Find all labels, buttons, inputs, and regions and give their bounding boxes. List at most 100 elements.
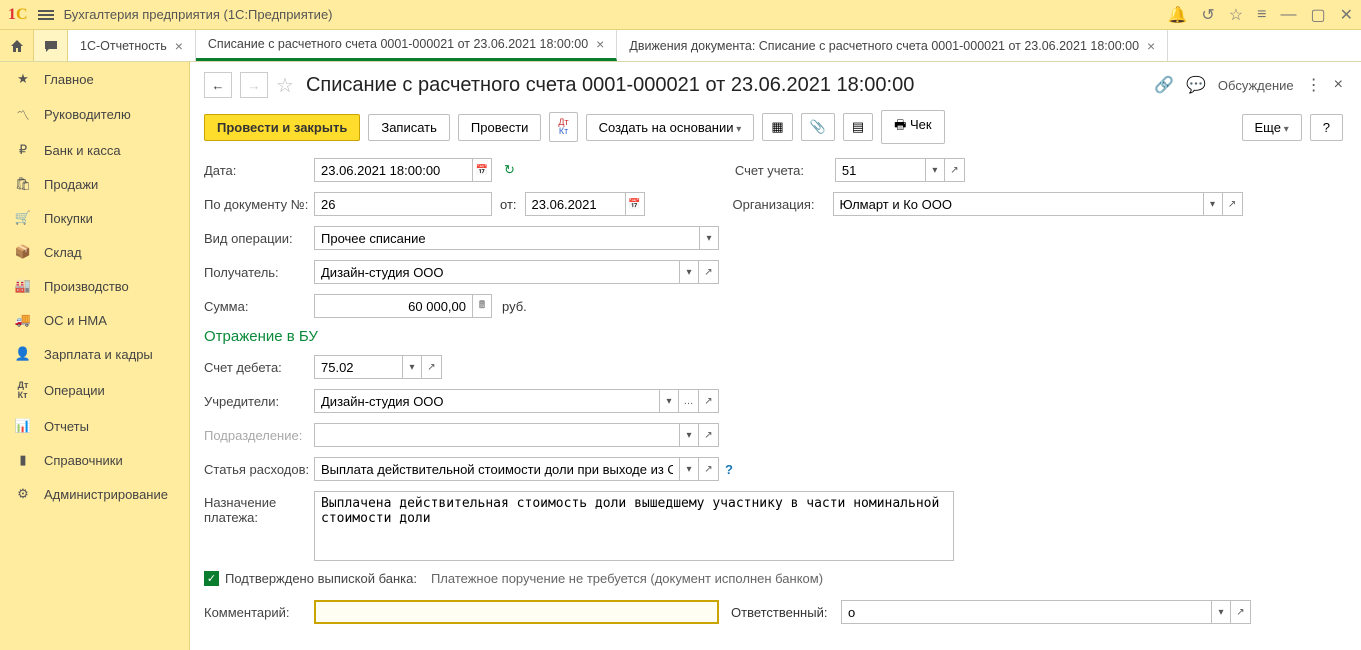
open-icon[interactable]: ↗ xyxy=(945,158,965,182)
link-icon[interactable]: 🔗 xyxy=(1154,75,1174,95)
post-and-close-button[interactable]: Провести и закрыть xyxy=(204,114,360,141)
refresh-icon[interactable]: ↻ xyxy=(504,162,515,178)
docdate-input[interactable] xyxy=(525,192,625,216)
chevron-down-icon[interactable]: ▾ xyxy=(659,389,679,413)
chevron-down-icon[interactable]: ▾ xyxy=(1211,600,1231,624)
record-button[interactable]: Записать xyxy=(368,114,450,141)
open-icon[interactable]: ↗ xyxy=(1231,600,1251,624)
chevron-down-icon[interactable]: ▾ xyxy=(679,260,699,284)
chevron-down-icon[interactable]: ▾ xyxy=(679,423,699,447)
hamburger-icon[interactable] xyxy=(38,8,54,22)
purpose-textarea[interactable] xyxy=(314,491,954,561)
sidebar-item-operations[interactable]: ДтКтОперации xyxy=(0,371,189,409)
org-input[interactable] xyxy=(833,192,1203,216)
open-icon[interactable]: ↗ xyxy=(422,355,442,379)
sidebar-item-main[interactable]: ★Главное xyxy=(0,62,189,96)
favorite-star-icon[interactable]: ☆ xyxy=(276,73,294,98)
optype-input[interactable] xyxy=(314,226,699,250)
chevron-down-icon[interactable]: ▾ xyxy=(402,355,422,379)
sidebar-item-bank[interactable]: ₽Банк и касса xyxy=(0,133,189,167)
amount-field[interactable]: 🖩 xyxy=(314,294,492,318)
chevron-down-icon[interactable]: ▾ xyxy=(925,158,945,182)
help-icon[interactable]: ? xyxy=(725,462,733,477)
calc-icon[interactable]: 🖩 xyxy=(472,294,492,318)
sidebar-item-reports[interactable]: 📊Отчеты xyxy=(0,409,189,443)
discuss-tab[interactable] xyxy=(34,30,68,61)
help-button[interactable]: ? xyxy=(1310,114,1343,141)
tab-reporting[interactable]: 1С-Отчетность × xyxy=(68,30,196,61)
chevron-down-icon[interactable]: ▾ xyxy=(679,457,699,481)
sidebar-item-warehouse[interactable]: 📦Склад xyxy=(0,235,189,269)
nav-forward-button[interactable]: → xyxy=(240,72,268,98)
kebab-icon[interactable]: ⋮ xyxy=(1306,75,1322,95)
minimize-icon[interactable]: — xyxy=(1280,6,1296,24)
ellipsis-icon[interactable]: … xyxy=(679,389,699,413)
optype-field[interactable]: ▾ xyxy=(314,226,719,250)
debit-field[interactable]: ▾ ↗ xyxy=(314,355,442,379)
more-button[interactable]: Еще xyxy=(1242,114,1302,141)
debit-input[interactable] xyxy=(314,355,402,379)
create-based-button[interactable]: Создать на основании xyxy=(586,114,755,141)
attach-button[interactable]: 📎 xyxy=(801,113,835,141)
close-icon[interactable]: × xyxy=(1334,76,1343,94)
check-button[interactable]: 🖶 Чек xyxy=(881,110,945,144)
founders-input[interactable] xyxy=(314,389,659,413)
calendar-icon[interactable]: 📅 xyxy=(625,192,645,216)
open-icon[interactable]: ↗ xyxy=(699,260,719,284)
settings-dropdown-icon[interactable]: ≡ xyxy=(1257,6,1266,24)
division-input[interactable] xyxy=(314,423,679,447)
account-input[interactable] xyxy=(835,158,925,182)
open-icon[interactable]: ↗ xyxy=(699,389,719,413)
date-input[interactable] xyxy=(314,158,472,182)
division-field[interactable]: ▾ ↗ xyxy=(314,423,719,447)
sidebar-item-manager[interactable]: 〽Руководителю xyxy=(0,96,189,133)
responsible-field[interactable]: ▾ ↗ xyxy=(841,600,1251,624)
home-tab[interactable] xyxy=(0,30,34,61)
nav-back-button[interactable]: ← xyxy=(204,72,232,98)
sidebar-item-purchases[interactable]: 🛒Покупки xyxy=(0,201,189,235)
maximize-icon[interactable]: ▢ xyxy=(1310,5,1325,25)
bell-icon[interactable]: 🔔 xyxy=(1167,5,1187,25)
post-button[interactable]: Провести xyxy=(458,114,542,141)
sidebar-item-catalogs[interactable]: ▮Справочники xyxy=(0,443,189,477)
open-icon[interactable]: ↗ xyxy=(1223,192,1243,216)
open-icon[interactable]: ↗ xyxy=(699,423,719,447)
star-icon[interactable]: ☆ xyxy=(1229,5,1243,25)
founders-field[interactable]: ▾ … ↗ xyxy=(314,389,719,413)
responsible-input[interactable] xyxy=(841,600,1211,624)
chevron-down-icon[interactable]: ▾ xyxy=(1203,192,1223,216)
comment-input[interactable] xyxy=(314,600,719,624)
sidebar-item-production[interactable]: 🏭Производство xyxy=(0,269,189,303)
chevron-down-icon[interactable]: ▾ xyxy=(699,226,719,250)
discussion-label[interactable]: Обсуждение xyxy=(1218,78,1294,93)
confirmed-checkbox[interactable]: ✓ xyxy=(204,571,219,586)
list-button[interactable]: ▤ xyxy=(843,113,873,141)
close-icon[interactable]: × xyxy=(175,38,183,54)
gear-icon: ⚙ xyxy=(14,486,32,502)
sidebar-item-assets[interactable]: 🚚ОС и НМА xyxy=(0,303,189,337)
sidebar-item-sales[interactable]: 🛍Продажи xyxy=(0,167,189,201)
discussion-icon[interactable]: 💬 xyxy=(1186,75,1206,95)
org-field[interactable]: ▾ ↗ xyxy=(833,192,1243,216)
close-icon[interactable]: × xyxy=(1147,38,1155,54)
date-field[interactable]: 📅 xyxy=(314,158,492,182)
amount-input[interactable] xyxy=(314,294,472,318)
docdate-field[interactable]: 📅 xyxy=(525,192,645,216)
sidebar-item-admin[interactable]: ⚙Администрирование xyxy=(0,477,189,511)
sidebar-item-salary[interactable]: 👤Зарплата и кадры xyxy=(0,337,189,371)
open-icon[interactable]: ↗ xyxy=(699,457,719,481)
expense-input[interactable] xyxy=(314,457,679,481)
tab-movements[interactable]: Движения документа: Списание с расчетног… xyxy=(617,30,1168,61)
history-icon[interactable]: ↺ xyxy=(1201,5,1214,25)
calendar-icon[interactable]: 📅 xyxy=(472,158,492,182)
tab-writeoff[interactable]: Списание с расчетного счета 0001-000021 … xyxy=(196,30,617,61)
close-window-icon[interactable]: ✕ xyxy=(1340,5,1353,25)
recipient-field[interactable]: ▾ ↗ xyxy=(314,260,719,284)
docnum-input[interactable] xyxy=(314,192,492,216)
dtkt-button[interactable]: ДтКт xyxy=(549,112,577,142)
account-field[interactable]: ▾ ↗ xyxy=(835,158,965,182)
structure-button[interactable]: ▦ xyxy=(762,113,792,141)
recipient-input[interactable] xyxy=(314,260,679,284)
close-icon[interactable]: × xyxy=(596,36,604,52)
expense-field[interactable]: ▾ ↗ xyxy=(314,457,719,481)
